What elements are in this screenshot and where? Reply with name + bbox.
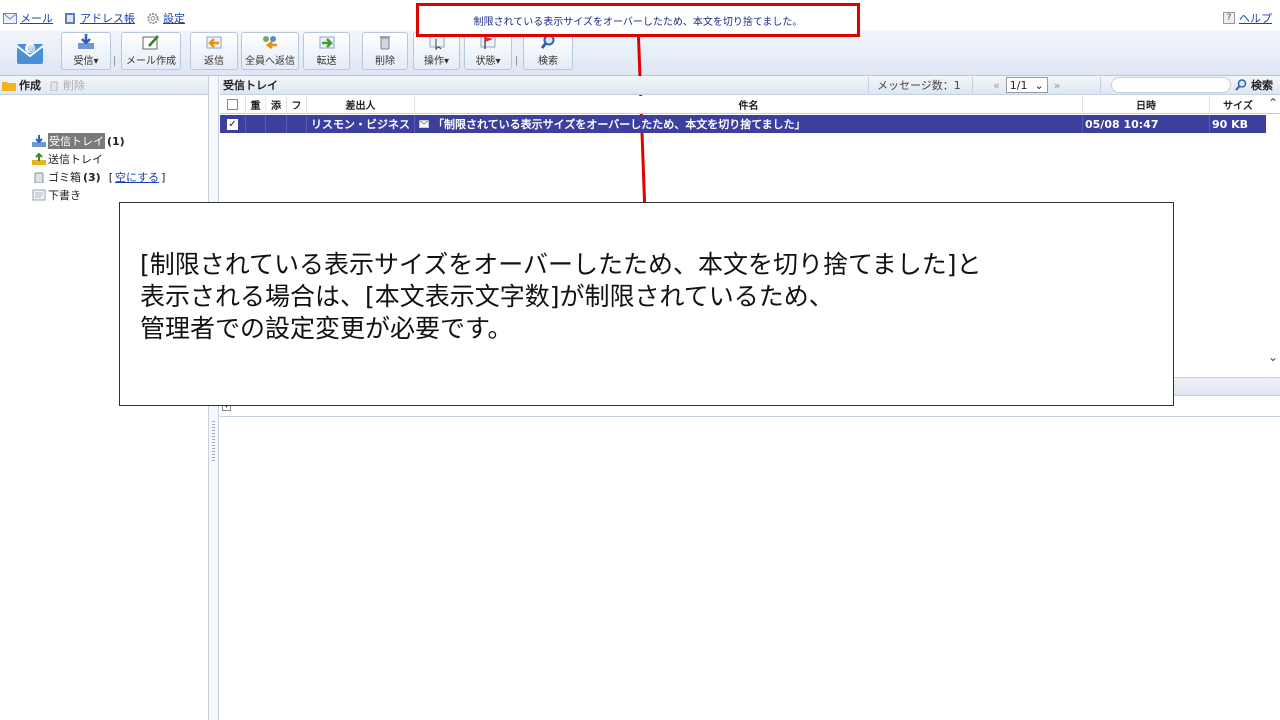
- col-sender[interactable]: 差出人: [307, 95, 415, 114]
- row-checkbox[interactable]: ✓: [227, 118, 238, 130]
- list-title: 受信トレイ: [223, 79, 278, 92]
- forward-button[interactable]: 転送: [303, 32, 350, 70]
- outbox-icon: [32, 153, 46, 165]
- truncation-notice: 制限されている表示サイズをオーバーしたため、本文を切り捨てました。: [416, 3, 860, 37]
- row-important: [246, 115, 266, 133]
- drafts-icon: [32, 189, 46, 201]
- row-select-cell: ✓: [220, 115, 246, 133]
- nav-help[interactable]: ? ヘルプ: [1223, 10, 1272, 26]
- nav-settings-link[interactable]: 設定: [163, 10, 185, 26]
- create-folder-button[interactable]: 作成: [19, 77, 41, 93]
- mail-app-logo: @: [13, 32, 47, 70]
- nav-addressbook[interactable]: アドレス帳: [63, 10, 135, 26]
- callout-line-3: 管理者での設定変更が必要です。: [140, 314, 513, 343]
- list-scrollbar[interactable]: ⌃ ⌄: [1266, 96, 1280, 368]
- page-select[interactable]: 1/1 ⌄: [1005, 77, 1048, 93]
- toolbar-separator: [114, 56, 115, 66]
- quick-search: 検索: [1100, 77, 1280, 93]
- table-row[interactable]: ✓ リスモン・ビジネス 「制限されている表示サイズをオーバーしたため、本文を切り…: [220, 115, 1266, 133]
- pencil-icon: [142, 35, 159, 50]
- folder-trash-count: (3): [83, 170, 101, 184]
- col-date[interactable]: 日時: [1083, 95, 1210, 114]
- folder-pane-header: 作成 削除: [0, 76, 208, 95]
- scroll-up-icon[interactable]: ⌃: [1268, 97, 1278, 109]
- folder-inbox[interactable]: 受信トレイ (1): [32, 133, 125, 149]
- reply-all-icon: [263, 36, 277, 49]
- preview-divider: [220, 416, 1280, 417]
- select-all-checkbox[interactable]: [227, 99, 238, 110]
- row-size: 90 KB: [1212, 117, 1249, 131]
- nav-mail[interactable]: メール: [3, 10, 53, 26]
- select-all-cell: [220, 95, 246, 114]
- col-important[interactable]: 重: [246, 95, 266, 114]
- trash-icon: [50, 81, 58, 91]
- toolbar-separator: [516, 56, 517, 66]
- addressbook-icon: [65, 12, 75, 24]
- folder-drafts-label: 下書き: [48, 189, 81, 202]
- row-date: 05/08 10:47: [1083, 115, 1210, 133]
- preview-pane: ▾: [220, 397, 1280, 720]
- row-subject: 「制限されている表示サイズをオーバーしたため、本文を切り捨てました」: [415, 115, 1083, 133]
- search-icon: [1235, 79, 1247, 91]
- reply-icon: [206, 36, 222, 49]
- help-icon: ?: [1223, 12, 1235, 24]
- empty-trash-link[interactable]: 空にする: [115, 169, 159, 185]
- inbox-icon: [32, 135, 46, 147]
- message-list-header: 受信トレイ メッセージ数：1 « 1/1 ⌄ » 検索: [220, 76, 1280, 95]
- search-button[interactable]: 検索: [523, 32, 573, 70]
- nav-mail-link[interactable]: メール: [20, 10, 53, 26]
- folder-trash[interactable]: ゴミ箱 (3) [空にする]: [32, 169, 165, 185]
- folder-inbox-count: (1): [107, 134, 125, 148]
- status-menu-button[interactable]: 状態▾: [464, 32, 512, 70]
- column-header: 重 添 フ 差出人 件名 日時 サイズ: [220, 95, 1280, 114]
- folder-sent-label: 送信トレイ: [48, 153, 103, 166]
- forward-icon: [319, 36, 334, 49]
- envelope-icon: [419, 120, 429, 128]
- delete-button[interactable]: 削除: [362, 32, 408, 70]
- delete-folder-button[interactable]: 削除: [63, 77, 85, 93]
- col-attach[interactable]: 添: [266, 95, 287, 114]
- nav-settings[interactable]: 設定: [146, 10, 185, 26]
- row-attach: [266, 115, 287, 133]
- reply-all-button[interactable]: 全員へ返信: [241, 32, 299, 70]
- prev-page-button[interactable]: «: [993, 79, 1000, 92]
- trash-icon: [34, 172, 44, 183]
- empty-trash-bracket-close: ]: [161, 170, 166, 184]
- chevron-down-icon: ⌄: [1034, 78, 1044, 92]
- folder-trash-label: ゴミ箱: [48, 171, 81, 184]
- pager: « 1/1 ⌄ »: [972, 77, 1100, 93]
- row-sender: リスモン・ビジネス: [307, 115, 415, 133]
- svg-text:@: @: [28, 45, 35, 53]
- folder-inbox-label: 受信トレイ: [48, 133, 105, 149]
- quick-search-button[interactable]: 検索: [1251, 77, 1273, 93]
- scroll-down-icon[interactable]: ⌄: [1268, 351, 1278, 363]
- explanation-callout: [制限されている表示サイズをオーバーしたため、本文を切り捨てました]と 表示され…: [119, 202, 1174, 406]
- col-flag[interactable]: フ: [287, 95, 307, 114]
- search-input[interactable]: [1111, 77, 1231, 93]
- gear-icon: [147, 12, 159, 24]
- callout-line-2: 表示される場合は、[本文表示文字数]が制限されているため、: [140, 282, 834, 311]
- envelope-icon: [3, 12, 17, 24]
- col-size[interactable]: サイズ: [1210, 96, 1266, 114]
- row-flag[interactable]: [287, 115, 307, 133]
- compose-button[interactable]: メール作成: [121, 32, 181, 70]
- nav-help-link[interactable]: ヘルプ: [1239, 10, 1272, 26]
- operation-menu-button[interactable]: 操作▾: [413, 32, 460, 70]
- next-page-button[interactable]: »: [1054, 79, 1061, 92]
- callout-line-1: [制限されている表示サイズをオーバーしたため、本文を切り捨てました]と: [140, 250, 982, 279]
- trash-icon: [380, 36, 390, 50]
- folder-drafts[interactable]: 下書き: [32, 187, 81, 203]
- message-count: メッセージ数：1: [868, 77, 972, 93]
- download-icon: [78, 34, 94, 49]
- receive-button[interactable]: 受信▾: [61, 32, 111, 70]
- mail-logo-icon: @: [16, 43, 44, 64]
- nav-addressbook-link[interactable]: アドレス帳: [80, 10, 135, 26]
- row-subject-text: 「制限されている表示サイズをオーバーしたため、本文を切り捨てました」: [433, 118, 806, 131]
- folder-icon: [2, 81, 16, 91]
- col-subject[interactable]: 件名: [415, 95, 1083, 114]
- splitter-grip[interactable]: [212, 421, 215, 463]
- reply-button[interactable]: 返信: [190, 32, 238, 70]
- empty-trash-bracket-open: [: [108, 170, 114, 184]
- folder-sent[interactable]: 送信トレイ: [32, 151, 103, 167]
